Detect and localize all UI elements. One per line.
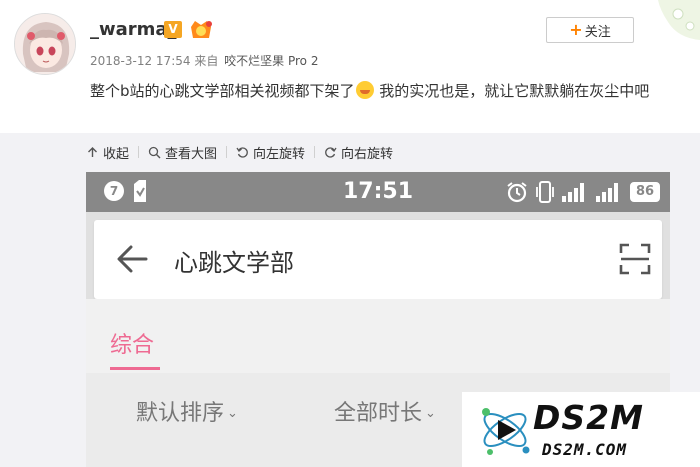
- scan-icon[interactable]: [618, 242, 652, 276]
- watermark-text: DS2M: [533, 398, 644, 437]
- status-icons: 86: [506, 179, 660, 205]
- signal-strength-icon: [562, 183, 584, 202]
- vibrate-icon: [536, 181, 554, 203]
- sort-filter-label: 默认排序: [136, 401, 225, 426]
- toolbar-divider: [314, 146, 316, 158]
- duration-filter[interactable]: 全部时长 ⌄: [334, 395, 436, 427]
- magnifier-icon: [148, 146, 161, 158]
- post-text-part1: 整个b站的心跳文学部相关视频都下架了: [90, 82, 355, 100]
- back-arrow-icon[interactable]: [116, 242, 150, 276]
- battery-icon: 86: [630, 182, 660, 202]
- rotate-left-icon: [236, 146, 248, 158]
- result-tabs: 综合: [86, 299, 670, 373]
- phone-status-bar: 7 17:51 86: [86, 172, 670, 212]
- duration-filter-label: 全部时长: [334, 401, 423, 426]
- follow-label: 关注: [584, 24, 611, 40]
- sort-filter[interactable]: 默认排序 ⌄: [136, 395, 238, 427]
- avatar-image: [15, 14, 75, 74]
- tab-comprehensive[interactable]: 综合: [110, 327, 154, 359]
- watermark-subtext: DS2M.COM: [542, 440, 628, 459]
- search-header: 心跳文学部: [94, 220, 662, 299]
- chevron-down-icon: ⌄: [227, 406, 238, 421]
- rotate-left-label: 向左旋转: [253, 146, 306, 162]
- chevron-down-icon: ⌄: [425, 406, 436, 421]
- rotate-right-icon: [325, 146, 337, 158]
- view-large-label: 查看大图: [165, 146, 218, 162]
- view-large-button[interactable]: 查看大图: [148, 143, 217, 162]
- search-query-title[interactable]: 心跳文学部: [174, 243, 294, 278]
- alarm-icon: [507, 182, 527, 203]
- signal-strength-icon-2: [596, 183, 618, 202]
- collapse-button[interactable]: 收起: [86, 143, 129, 162]
- toolbar-divider: [226, 146, 228, 158]
- collapse-icon: [88, 146, 97, 157]
- rotate-right-button[interactable]: 向右旋转: [324, 143, 393, 162]
- verified-icon: V: [164, 21, 182, 38]
- source-prefix: 来自: [194, 54, 219, 68]
- follow-button[interactable]: + 关注: [546, 17, 634, 43]
- corner-decoration-icon: [658, 0, 700, 40]
- post-text-part2: 我的实况也是，就让它默默躺在灰尘中吧: [374, 82, 650, 100]
- member-level-icon: [191, 21, 212, 38]
- watermark: DS2M DS2M.COM: [462, 392, 700, 467]
- user-avatar[interactable]: [14, 13, 76, 75]
- plus-icon: +: [569, 20, 583, 39]
- media-toolbar: 收起 查看大图 向左旋转 向右旋转: [86, 140, 393, 164]
- post-text: 整个b站的心跳文学部相关视频都下架了 我的实况也是，就让它默默躺在灰尘中吧: [90, 78, 690, 104]
- crying-laugh-emoji-icon: [355, 81, 374, 99]
- rotate-right-label: 向右旋转: [341, 146, 394, 162]
- toolbar-divider: [138, 146, 140, 158]
- watermark-logo-icon: [482, 408, 530, 455]
- post-source[interactable]: 咬不烂坚果 Pro 2: [224, 54, 318, 68]
- post-timestamp[interactable]: 2018-3-12 17:54: [90, 54, 191, 68]
- rotate-left-button[interactable]: 向左旋转: [236, 143, 305, 162]
- active-tab-indicator: [110, 367, 160, 370]
- collapse-label: 收起: [103, 146, 130, 162]
- post-meta: 2018-3-12 17:54 来自 咬不烂坚果 Pro 2: [90, 52, 318, 69]
